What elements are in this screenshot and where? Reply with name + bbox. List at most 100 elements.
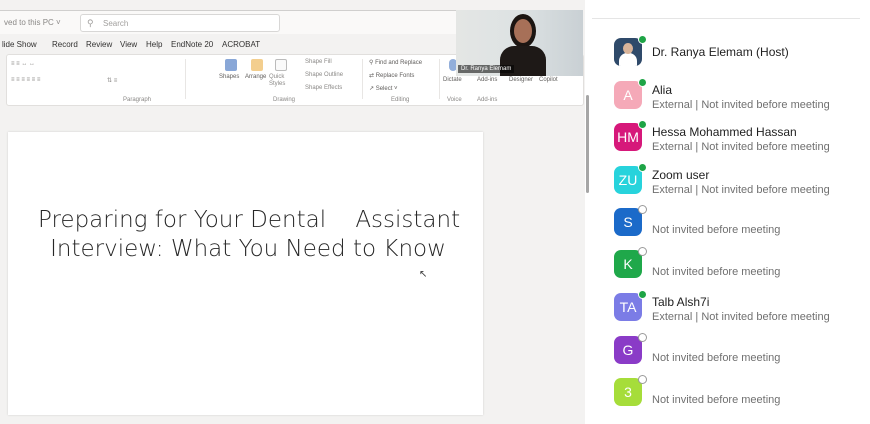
participants-panel: Dr. Ranya Elemam (Host) A Alia External … <box>592 0 870 424</box>
participant-status: Not invited before meeting <box>652 266 781 278</box>
participant-name: Talb Alsh7i <box>652 295 710 309</box>
participant-name: Alia <box>652 83 673 97</box>
avatar: G <box>614 336 642 364</box>
dictate-button[interactable]: Dictate <box>443 77 462 83</box>
group-editing: Editing <box>391 97 410 103</box>
slide-canvas: Preparing for Your Dental Assistant Inte… <box>8 108 585 424</box>
avatar-photo-face <box>623 43 633 54</box>
presence-offline-icon <box>638 205 647 214</box>
tab-endnote[interactable]: EndNote 20 <box>171 40 213 49</box>
quick-styles-icon <box>275 59 287 71</box>
tab-help[interactable]: Help <box>146 40 162 49</box>
shape-effects-button[interactable]: Shape Effects <box>305 85 342 91</box>
participant-name: Zoom user <box>652 168 710 182</box>
panel-divider[interactable] <box>585 0 591 424</box>
select-button[interactable]: ↗ Select ˅ <box>369 85 398 92</box>
tab-review[interactable]: Review <box>86 40 112 49</box>
avatar <box>614 38 642 66</box>
participant-status: Not invited before meeting <box>652 224 781 236</box>
participant-row[interactable]: HM Hessa Mohammed Hassan External | Not … <box>614 120 864 165</box>
save-status[interactable]: ved to this PC ˅ <box>4 18 61 27</box>
powerpoint-titlebar: ved to this PC ˅ ⚲ Search <box>0 10 457 34</box>
search-box[interactable]: ⚲ Search <box>80 14 280 32</box>
avatar-photo-body <box>619 53 637 66</box>
separator <box>362 59 363 99</box>
avatar-initials: 3 <box>624 384 632 400</box>
search-placeholder: Search <box>103 19 129 28</box>
shapes-button[interactable]: Shapes <box>219 74 239 80</box>
find-replace-label: Find and Replace <box>375 60 423 66</box>
designer-button[interactable]: Designer <box>509 77 533 83</box>
panel-divider-line <box>592 18 860 19</box>
avatar-initials: K <box>623 256 633 272</box>
presence-offline-icon <box>638 333 647 342</box>
shape-fill-button[interactable]: Shape Fill <box>305 59 332 65</box>
participant-status: Not invited before meeting <box>652 394 781 406</box>
replace-fonts-button[interactable]: ⇄ Replace Fonts <box>369 72 414 79</box>
participant-status: Not invited before meeting <box>652 352 781 364</box>
participant-status: External | Not invited before meeting <box>652 311 830 323</box>
slide[interactable]: Preparing for Your Dental Assistant Inte… <box>8 132 483 415</box>
participant-name: Hessa Mohammed Hassan <box>652 125 797 139</box>
meeting-window: ved to this PC ˅ ⚲ Search lide Show Reco… <box>0 0 870 424</box>
separator <box>439 59 440 99</box>
tab-record[interactable]: Record <box>52 40 78 49</box>
participant-row[interactable]: ZU Zoom user External | Not invited befo… <box>614 163 864 208</box>
bullets-icon[interactable]: ≡ ≡ ↔ ↔ <box>11 61 35 67</box>
scrollbar-thumb[interactable] <box>586 95 589 193</box>
participant-row[interactable]: A Alia External | Not invited before mee… <box>614 78 864 123</box>
avatar: 3 <box>614 378 642 406</box>
participant-row[interactable]: 3 Not invited before meeting <box>614 375 864 420</box>
text-direction-icon[interactable]: ⇅ ≡ <box>107 77 117 84</box>
ribbon-tabs: lide Show Record Review View Help EndNot… <box>0 37 457 53</box>
participant-status: External | Not invited before meeting <box>652 99 830 111</box>
avatar-initials: TA <box>619 299 637 315</box>
tab-acrobat[interactable]: ACROBAT <box>222 40 260 49</box>
shapes-icon <box>225 59 237 71</box>
tab-slide-show[interactable]: lide Show <box>2 40 37 49</box>
slide-title[interactable]: Preparing for Your Dental Assistant Inte… <box>38 206 460 264</box>
presence-offline-icon <box>638 375 647 384</box>
avatar-initials: G <box>622 342 634 358</box>
arrange-button[interactable]: Arrange <box>245 74 266 80</box>
participant-status: External | Not invited before meeting <box>652 184 830 196</box>
avatar: ZU <box>614 166 642 194</box>
addins-button[interactable]: Add-ins <box>477 77 497 83</box>
avatar-initials: HM <box>617 129 639 145</box>
search-icon: ⚲ <box>87 18 94 28</box>
presence-online-icon <box>638 163 647 172</box>
avatar: K <box>614 250 642 278</box>
arrange-icon <box>251 59 263 71</box>
shape-outline-button[interactable]: Shape Outline <box>305 72 343 78</box>
presence-online-icon <box>638 120 647 129</box>
shared-screen: ved to this PC ˅ ⚲ Search lide Show Reco… <box>0 0 585 424</box>
avatar: A <box>614 81 642 109</box>
participant-row[interactable]: TA Talb Alsh7i External | Not invited be… <box>614 290 864 335</box>
participant-name: Dr. Ranya Elemam (Host) <box>652 45 789 59</box>
tab-view[interactable]: View <box>120 40 137 49</box>
quick-styles-button[interactable]: Quick Styles <box>269 74 295 88</box>
avatar-initials: ZU <box>618 172 638 188</box>
group-voice: Voice <box>447 97 462 103</box>
participant-row[interactable]: K Not invited before meeting <box>614 247 864 292</box>
group-addins: Add-ins <box>477 97 498 103</box>
align-icons[interactable]: ≡ ≡ ≡ ≡ ≡ ≡ <box>11 77 40 83</box>
avatar-initials: A <box>623 87 633 103</box>
speaker-video[interactable]: Dr. Ranya Elemam <box>456 10 583 76</box>
avatar-initials: S <box>623 214 633 230</box>
mouse-cursor-icon: ↖ <box>419 269 428 280</box>
group-paragraph: Paragraph <box>123 97 152 103</box>
copilot-button[interactable]: Copilot <box>539 77 558 83</box>
avatar: S <box>614 208 642 236</box>
avatar: TA <box>614 293 642 321</box>
participant-row[interactable]: S Not invited before meeting <box>614 205 864 250</box>
speaker-name-tag: Dr. Ranya Elemam <box>458 65 515 73</box>
presence-offline-icon <box>638 247 647 256</box>
participant-row[interactable]: Dr. Ranya Elemam (Host) <box>614 35 864 80</box>
speaker-face <box>514 19 532 43</box>
group-drawing: Drawing <box>273 97 296 103</box>
avatar: HM <box>614 123 642 151</box>
participant-row[interactable]: G Not invited before meeting <box>614 333 864 378</box>
find-replace-button[interactable]: ⚲ Find and Replace <box>369 59 422 66</box>
separator <box>185 59 186 99</box>
